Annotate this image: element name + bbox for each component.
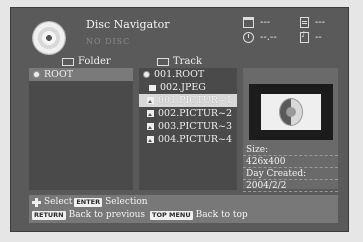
folder-tab-icon xyxy=(62,57,74,66)
picture-icon xyxy=(147,123,154,130)
help-bar: Select ENTER Selection RETURN Back to pr… xyxy=(29,195,338,223)
folder-icon xyxy=(243,17,254,28)
track-item-selected[interactable]: 001.PICTUR~1 xyxy=(139,94,237,107)
track-item[interactable]: 002.JPEG xyxy=(139,81,237,94)
disc-dot-icon xyxy=(143,71,150,78)
picture-icon xyxy=(147,136,154,143)
track-item[interactable]: 004.PICTUR~4 xyxy=(139,133,237,146)
folder-icon xyxy=(149,84,156,91)
disc-dot-icon xyxy=(33,71,40,78)
track-item[interactable]: 001.ROOT xyxy=(139,68,237,81)
track-item[interactable]: 002.PICTUR~2 xyxy=(139,107,237,120)
file-count-stat: --- xyxy=(300,17,325,28)
file-index-stat: -- xyxy=(300,30,322,43)
preview-panel: Size: 426x400 Day Created: 2004/2/2 xyxy=(243,68,338,192)
file-index-value: -- xyxy=(315,32,322,43)
folder-panel-heading: Folder xyxy=(62,56,111,67)
topmenu-key-badge: TOP MENU xyxy=(150,210,193,220)
image-thumbnail xyxy=(249,84,333,140)
help-line-navigation: RETURN Back to previous TOP MENU Back to… xyxy=(32,210,248,220)
dpad-icon xyxy=(32,197,41,207)
track-tab-icon xyxy=(157,57,169,66)
folder-list[interactable]: ROOT xyxy=(29,68,133,190)
date-value: 2004/2/2 xyxy=(243,181,338,192)
file-icon xyxy=(300,30,309,43)
size-label: Size: xyxy=(243,145,338,156)
date-label: Day Created: xyxy=(243,169,338,180)
enter-key-badge: ENTER xyxy=(74,197,103,207)
folder-count-value: --- xyxy=(260,17,271,28)
folder-count-stat: --- xyxy=(243,17,270,28)
picture-icon xyxy=(147,97,154,104)
help-line-select: Select ENTER Selection xyxy=(32,197,148,207)
track-item[interactable]: 003.PICTUR~3 xyxy=(139,120,237,133)
page-title: Disc Navigator xyxy=(86,18,170,31)
file-count-value: --- xyxy=(315,17,326,28)
clock-icon xyxy=(243,32,254,43)
elapsed-time-stat: --.-- xyxy=(243,32,277,43)
track-panel-heading: Track xyxy=(157,56,202,67)
disc-icon xyxy=(33,22,65,54)
disc-status-text: NO DISC xyxy=(86,37,131,46)
track-list[interactable]: 001.ROOT 002.JPEG 001.PICTUR~1 002.PICTU… xyxy=(139,68,237,190)
picture-icon xyxy=(147,110,154,117)
elapsed-time-value: --.-- xyxy=(260,32,277,43)
folder-item-root[interactable]: ROOT xyxy=(29,68,133,81)
return-key-badge: RETURN xyxy=(32,210,66,220)
size-value: 426x400 xyxy=(243,157,338,168)
document-icon xyxy=(300,17,309,28)
